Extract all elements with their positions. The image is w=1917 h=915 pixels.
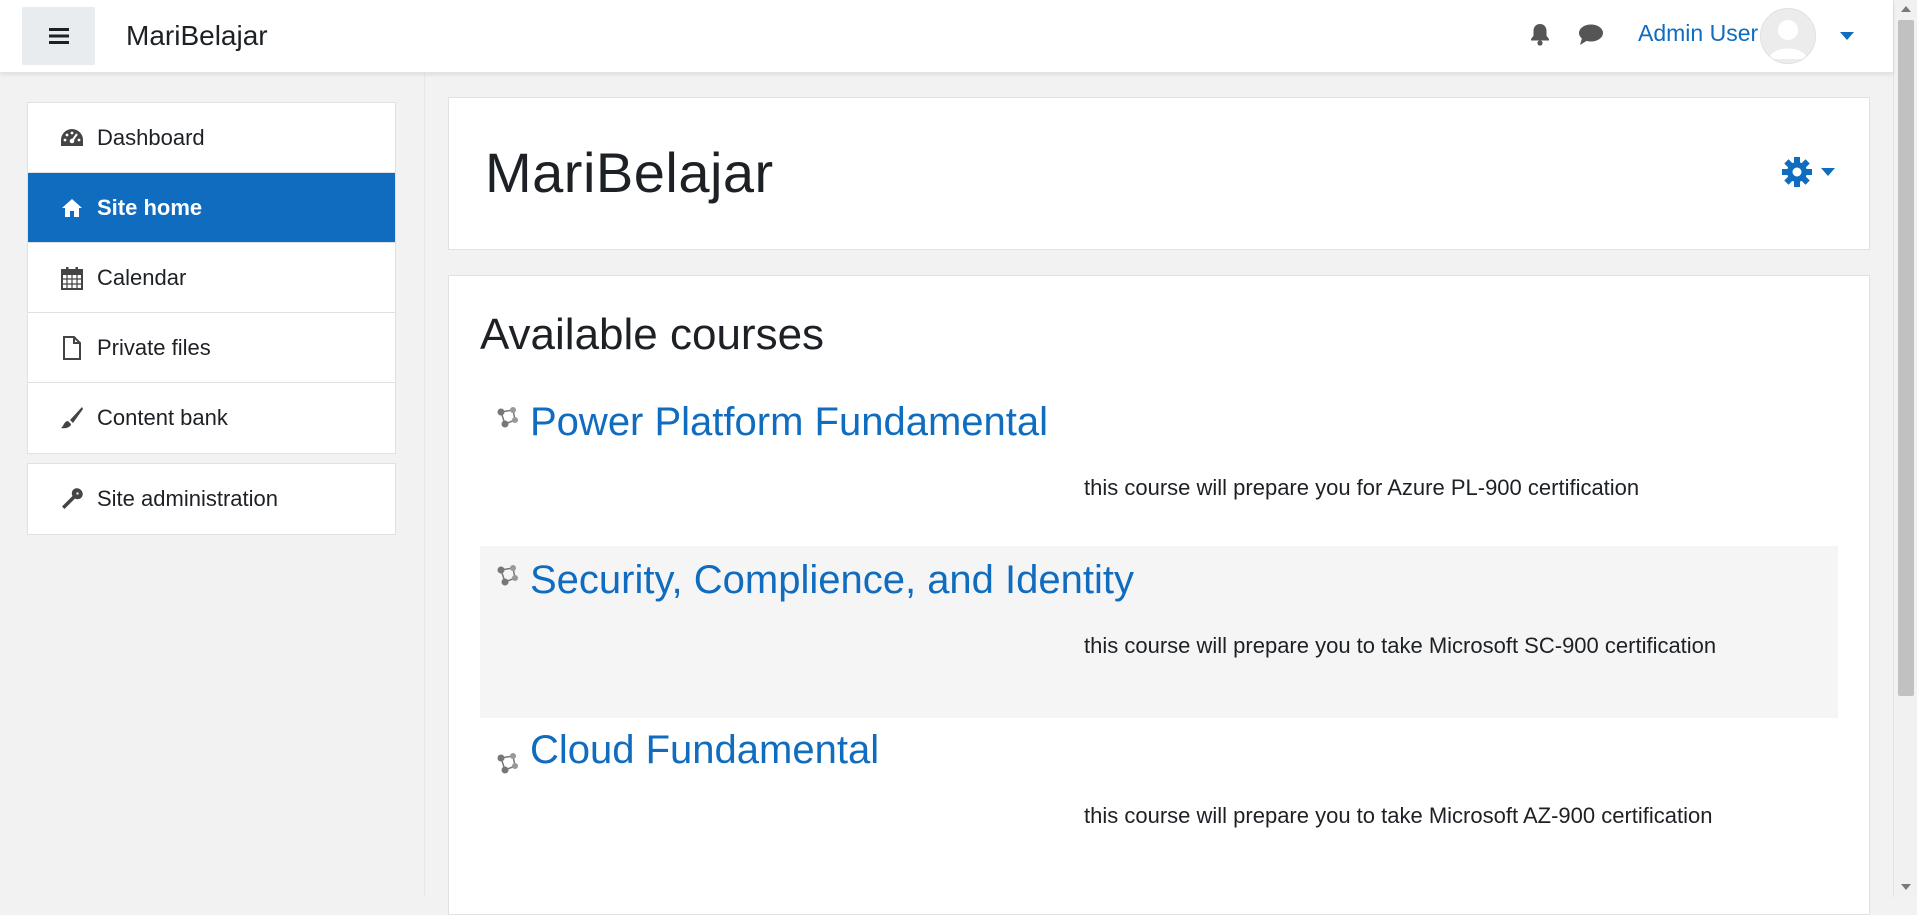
sidebar-item-label: Calendar — [97, 264, 187, 290]
course-link[interactable]: Power Platform Fundamental — [530, 400, 1048, 445]
section-title: Available courses — [480, 310, 825, 359]
bell-icon[interactable] — [1529, 22, 1551, 51]
menu-toggle-button[interactable] — [22, 7, 95, 65]
page-title: MariBelajar — [485, 141, 774, 204]
sidebar-item-content-bank[interactable]: Content bank — [28, 383, 395, 453]
sidebar-item-site-home[interactable]: Site home — [28, 173, 395, 243]
brush-icon — [59, 405, 85, 431]
sidebar-item-dashboard[interactable]: Dashboard — [28, 103, 395, 173]
sidebar-admin-nav: Site administration — [27, 463, 396, 535]
chat-icon[interactable] — [1578, 22, 1604, 51]
course-summary: this course will prepare you to take Mic… — [1084, 633, 1717, 658]
available-courses-panel: Available courses Power Platform Fundame… — [448, 275, 1870, 915]
site-brand[interactable]: MariBelajar — [126, 20, 268, 52]
home-icon — [59, 195, 85, 221]
caret-down-icon — [1821, 167, 1835, 176]
course-link[interactable]: Cloud Fundamental — [530, 728, 879, 773]
sidebar-item-private-files[interactable]: Private files — [28, 313, 395, 383]
sidebar-item-label: Site home — [97, 194, 203, 220]
sidebar: Dashboard Site home Calendar Private fil… — [0, 73, 425, 897]
course-summary: this course will prepare you to take Mic… — [1084, 803, 1713, 828]
scroll-up-arrow-icon[interactable] — [1901, 6, 1911, 12]
course-item: Power Platform Fundamental this course w… — [480, 388, 1838, 560]
dashboard-icon — [59, 125, 85, 151]
sidebar-item-label: Dashboard — [97, 124, 205, 150]
course-icon — [496, 752, 520, 781]
course-item: Cloud Fundamental this course will prepa… — [480, 728, 1838, 906]
scrollbar-thumb[interactable] — [1898, 20, 1914, 696]
caret-down-icon[interactable] — [1840, 28, 1854, 46]
course-icon — [496, 406, 520, 435]
page-header: MariBelajar — [448, 97, 1870, 250]
avatar[interactable] — [1760, 8, 1816, 64]
settings-menu-button[interactable] — [1781, 156, 1835, 188]
course-link[interactable]: Security, Complience, and Identity — [530, 558, 1134, 603]
scroll-down-arrow-icon[interactable] — [1901, 884, 1911, 890]
sidebar-nav: Dashboard Site home Calendar Private fil… — [27, 102, 396, 454]
wrench-icon — [59, 486, 85, 512]
menu-icon — [48, 28, 69, 44]
sidebar-item-label: Content bank — [97, 405, 228, 430]
sidebar-item-site-administration[interactable]: Site administration — [28, 464, 395, 534]
calendar-icon — [59, 265, 85, 291]
course-item: Security, Complience, and Identity this … — [480, 546, 1838, 718]
sidebar-item-label: Site administration — [97, 486, 278, 511]
user-menu-name[interactable]: Admin User — [1638, 20, 1758, 47]
file-icon — [59, 335, 85, 361]
top-navbar: MariBelajar Admin User — [0, 0, 1893, 73]
course-summary: this course will prepare you for Azure P… — [1084, 475, 1640, 500]
gear-icon — [1782, 157, 1812, 187]
sidebar-item-label: Private files — [97, 334, 211, 360]
course-icon — [496, 564, 520, 593]
page-scrollbar[interactable] — [1893, 0, 1917, 897]
sidebar-item-calendar[interactable]: Calendar — [28, 243, 395, 313]
